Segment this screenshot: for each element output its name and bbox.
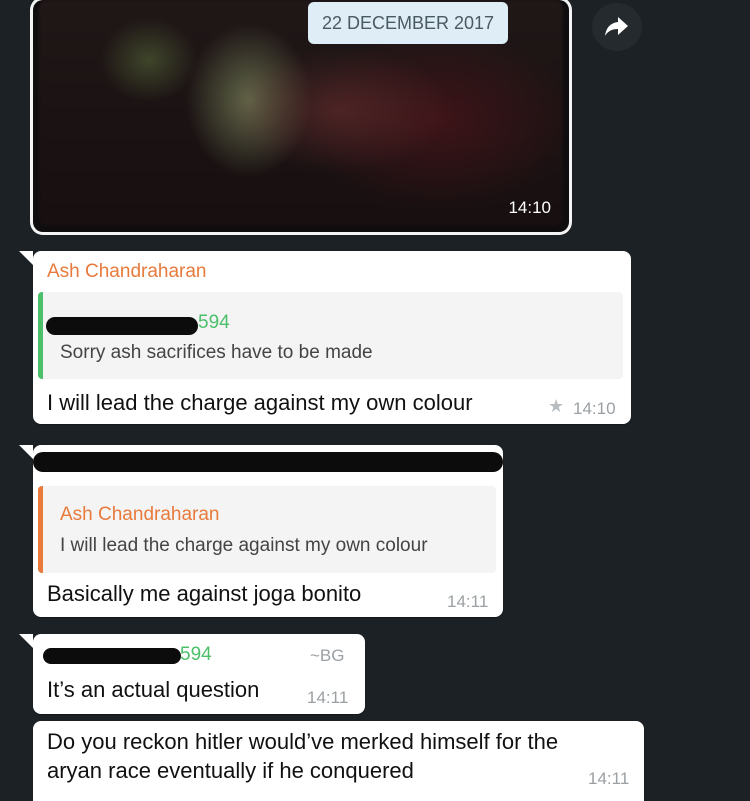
forward-arrow-icon (605, 17, 628, 36)
message-text: It’s an actual question (47, 677, 260, 702)
message-text-line-1: Do you reckon hitler would’ve merked him… (47, 729, 559, 754)
message-time: 14:10 (508, 198, 551, 217)
date-chip: 22 DECEMBER 2017 (308, 2, 508, 44)
quoted-message[interactable]: Ash Chandraharan I will lead the charge … (38, 486, 496, 573)
bubble-tail (19, 634, 33, 648)
quoted-message[interactable]: 594 Sorry ash sacrifices have to be made (38, 292, 623, 379)
quote-author: Ash Chandraharan (60, 504, 220, 525)
message-bubble[interactable]: Ash Chandraharan 594 Sorry ash sacrifice… (19, 251, 631, 424)
message-time: 14:11 (307, 688, 349, 707)
quote-text: I will lead the charge against my own co… (60, 535, 428, 556)
message-bubble[interactable]: Ash Chandraharan I will lead the charge … (19, 445, 503, 617)
sender-suffix: 594 (180, 644, 212, 665)
message-bubble[interactable]: Do you reckon hitler would’ve merked him… (33, 721, 644, 801)
message-text: Basically me against joga bonito (47, 581, 362, 606)
message-time: 14:11 (588, 769, 630, 788)
bubble-tail (19, 445, 33, 459)
quote-bar (38, 292, 43, 379)
sender-name: Ash Chandraharan (47, 261, 207, 282)
message-time: 14:11 (447, 592, 489, 611)
forward-button[interactable] (592, 3, 642, 51)
quote-bar (38, 486, 43, 573)
quote-author-suffix: 594 (198, 312, 230, 333)
push-name: ~BG (310, 646, 345, 665)
message-time: 14:10 (573, 399, 616, 418)
message-text-line-2: aryan race eventually if he conquered (47, 758, 414, 783)
message-text: I will lead the charge against my own co… (47, 390, 473, 415)
message-bubble[interactable]: 594 ~BG It’s an actual question 14:11 (19, 634, 365, 714)
redacted-phone-number (46, 317, 198, 335)
star-icon: ★ (548, 396, 565, 416)
image-message[interactable]: 22 DECEMBER 2017 14:10 (33, 0, 569, 232)
redacted-sender-name (33, 452, 503, 472)
quote-text: Sorry ash sacrifices have to be made (60, 342, 373, 363)
bubble-tail (19, 251, 33, 265)
redacted-phone-number (43, 648, 181, 664)
